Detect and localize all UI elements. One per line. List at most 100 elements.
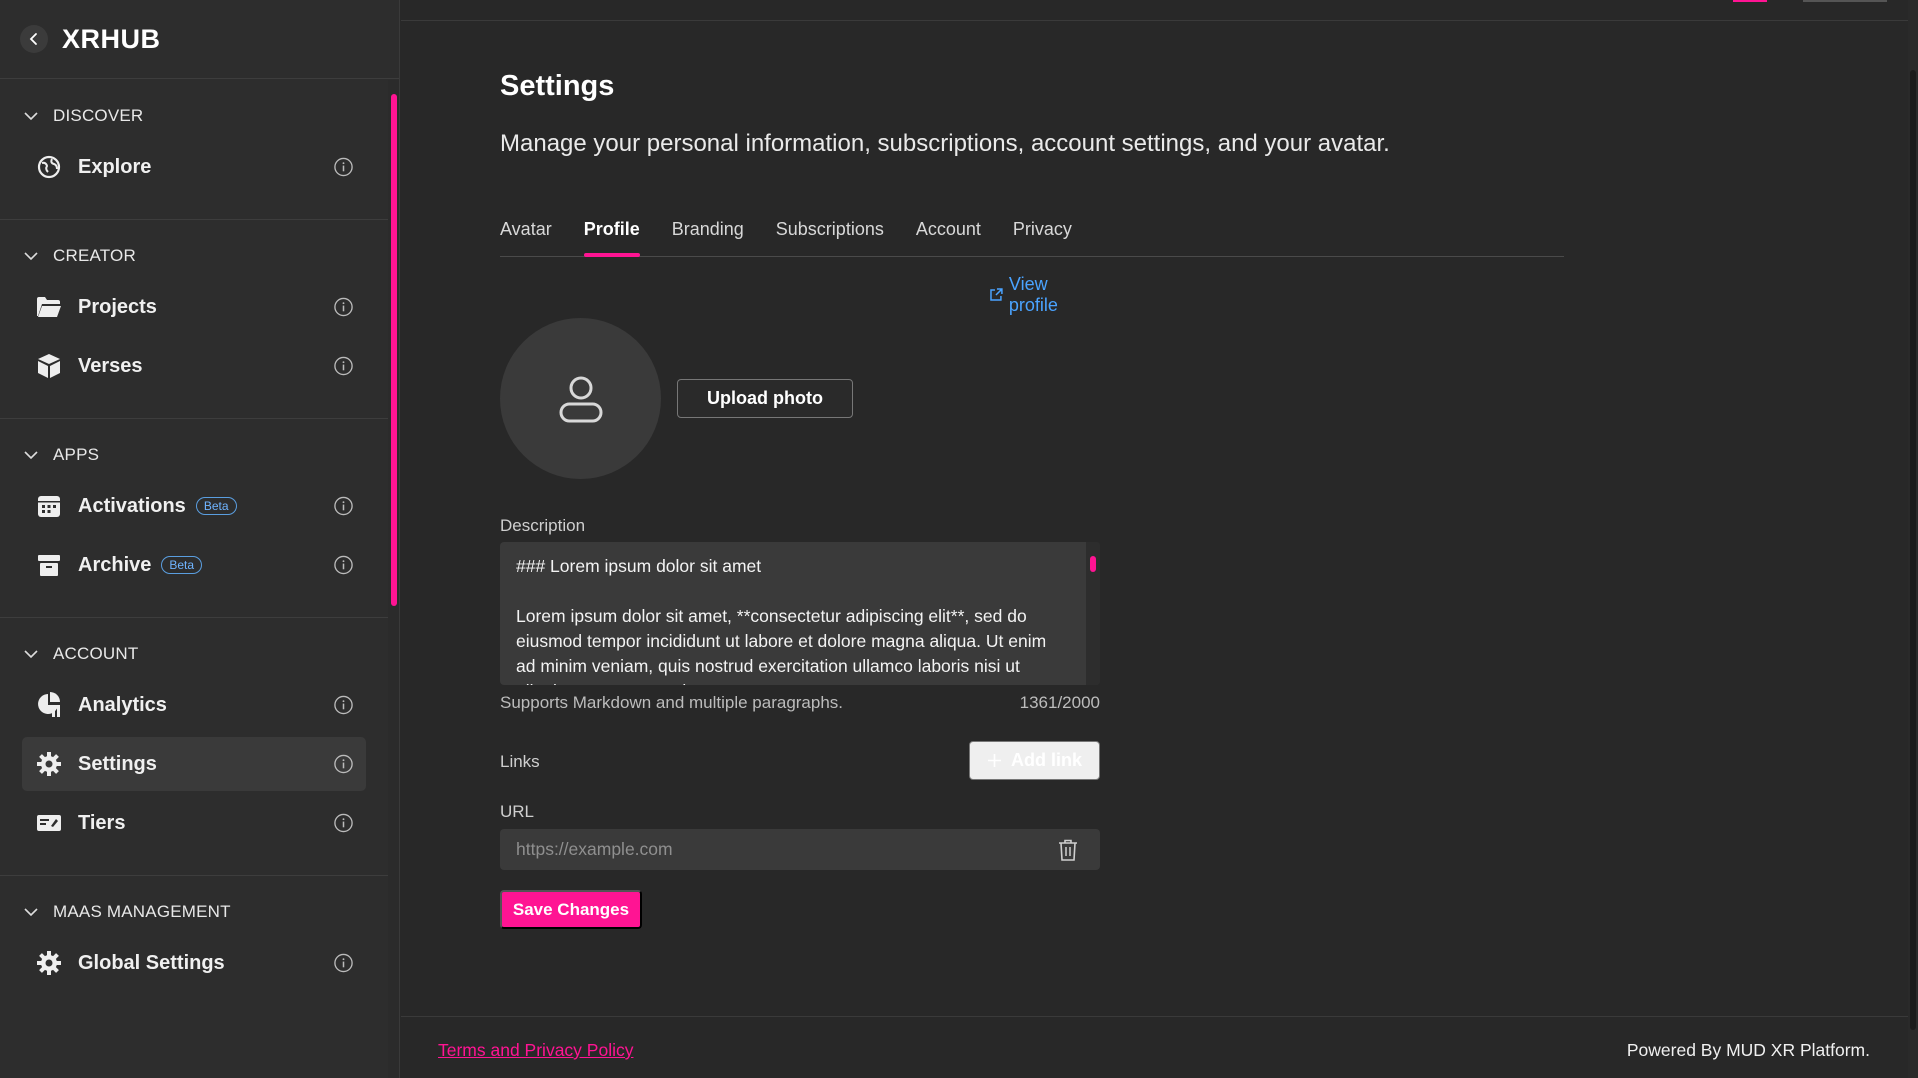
sidebar-item-label: Analytics [78, 693, 167, 716]
description-textarea[interactable]: ### Lorem ipsum dolor sit amet Lorem ips… [500, 542, 1100, 685]
main-scrollbar[interactable] [1908, 0, 1918, 1078]
sidebar-item-projects[interactable]: Projects [22, 280, 366, 334]
back-button[interactable] [20, 25, 48, 53]
sidebar-item-label: Activations [78, 494, 186, 517]
brand-logo-text[interactable]: XRHUB [62, 24, 161, 55]
chevron-down-icon [24, 650, 38, 659]
sidebar-section-creator: CREATOR Projects Verses [0, 220, 388, 419]
textarea-scrollbar[interactable] [1086, 542, 1100, 685]
page-subtitle: Manage your personal information, subscr… [500, 130, 1390, 157]
sidebar-item-archive[interactable]: Archive Beta [22, 538, 366, 592]
info-icon[interactable] [333, 157, 354, 178]
plus-icon [988, 754, 1001, 767]
avatar [500, 318, 661, 479]
url-input[interactable]: https://example.com [500, 829, 1100, 870]
gear-icon [35, 750, 63, 778]
url-label: URL [500, 802, 535, 821]
user-icon [559, 376, 602, 422]
info-icon[interactable] [333, 297, 354, 318]
description-text[interactable]: ### Lorem ipsum dolor sit amet Lorem ips… [500, 542, 1100, 685]
sidebar-item-analytics[interactable]: Analytics [22, 678, 366, 732]
add-link-button[interactable]: Add link [969, 741, 1100, 780]
tab-profile[interactable]: Profile [583, 210, 640, 257]
sidebar-section-apps: APPS Activations Beta Archive Beta [0, 419, 388, 618]
main-content: Settings Manage your personal informatio… [401, 0, 1918, 1078]
sidebar-section-maas: MAAS MANAGEMENT Global Settings [0, 876, 388, 1015]
sidebar-item-label: Explore [78, 155, 152, 178]
chevron-down-icon [24, 908, 38, 917]
top-accent-bar [1733, 0, 1767, 2]
section-title: DISCOVER [53, 106, 144, 125]
links-label: Links [500, 752, 540, 771]
settings-tabs: Avatar Profile Branding Subscriptions Ac… [500, 210, 1564, 257]
archive-box-icon [35, 551, 63, 579]
top-bar-element [1803, 0, 1887, 2]
sidebar-item-label: Global Settings [78, 951, 225, 974]
chevron-down-icon [24, 112, 38, 121]
section-toggle-maas[interactable]: MAAS MANAGEMENT [0, 898, 388, 926]
sidebar-scrollbar[interactable] [388, 80, 399, 1078]
trash-icon[interactable] [1058, 839, 1078, 861]
main-scrollbar-thumb[interactable] [1910, 70, 1916, 1030]
powered-by-text: Powered By MUD XR Platform. [1626, 1040, 1870, 1060]
tab-privacy[interactable]: Privacy [1013, 210, 1072, 257]
sidebar-item-tiers[interactable]: Tiers [22, 796, 366, 850]
sidebar-item-activations[interactable]: Activations Beta [22, 479, 366, 533]
sidebar-item-label: Projects [78, 295, 157, 318]
info-icon[interactable] [333, 496, 354, 517]
info-icon[interactable] [333, 356, 354, 377]
sidebar-item-verses[interactable]: Verses [22, 339, 366, 393]
cube-icon [35, 352, 63, 380]
folder-icon [35, 293, 63, 321]
section-title: CREATOR [53, 246, 136, 265]
footer: Terms and Privacy Policy Powered By MUD … [401, 1016, 1918, 1078]
top-divider [401, 20, 1918, 21]
section-toggle-account[interactable]: ACCOUNT [0, 640, 388, 668]
chevron-down-icon [24, 252, 38, 261]
view-profile-label: View profile [1008, 274, 1058, 315]
view-profile-link[interactable]: View profile [989, 274, 1101, 316]
description-label: Description [500, 516, 586, 535]
external-link-icon [990, 288, 1003, 301]
sidebar-header: XRHUB [0, 0, 399, 79]
textarea-scrollbar-thumb[interactable] [1090, 556, 1096, 572]
terms-privacy-link[interactable]: Terms and Privacy Policy [438, 1040, 633, 1061]
tab-account[interactable]: Account [916, 210, 981, 257]
sidebar-item-label: Verses [78, 354, 143, 377]
sidebar-scrollbar-thumb[interactable] [391, 94, 397, 606]
upload-photo-button[interactable]: Upload photo [677, 379, 853, 418]
section-title: MAAS MANAGEMENT [53, 902, 231, 921]
sidebar: XRHUB DISCOVER Explore CREATOR Projects … [0, 0, 400, 1078]
section-title: APPS [53, 445, 100, 464]
section-toggle-apps[interactable]: APPS [0, 441, 388, 469]
info-icon[interactable] [333, 953, 354, 974]
sidebar-item-global-settings[interactable]: Global Settings [22, 936, 366, 990]
sidebar-item-label: Archive [78, 553, 152, 576]
sidebar-item-explore[interactable]: Explore [22, 140, 366, 194]
info-icon[interactable] [333, 555, 354, 576]
sidebar-item-label: Tiers [78, 811, 126, 834]
url-placeholder: https://example.com [516, 839, 673, 859]
info-icon[interactable] [333, 695, 354, 716]
page-title: Settings [500, 70, 615, 102]
tab-avatar[interactable]: Avatar [500, 210, 552, 257]
sidebar-section-discover: DISCOVER Explore [0, 80, 388, 220]
sidebar-section-account: ACCOUNT Analytics Settings Tiers [0, 618, 388, 876]
ticket-icon [35, 809, 63, 837]
tab-branding[interactable]: Branding [672, 210, 744, 257]
save-changes-button[interactable]: Save Changes [500, 890, 642, 929]
info-icon[interactable] [333, 813, 354, 834]
info-icon[interactable] [333, 754, 354, 775]
section-toggle-discover[interactable]: DISCOVER [0, 102, 388, 130]
analytics-chart-icon [35, 691, 63, 719]
beta-badge: Beta [195, 497, 237, 515]
sidebar-item-label: Settings [78, 752, 157, 775]
globe-icon [35, 153, 63, 181]
sidebar-item-settings[interactable]: Settings [22, 737, 366, 791]
sidebar-nav: DISCOVER Explore CREATOR Projects Verses… [0, 80, 388, 1078]
tab-subscriptions[interactable]: Subscriptions [776, 210, 884, 257]
section-toggle-creator[interactable]: CREATOR [0, 242, 388, 270]
gear-icon [35, 949, 63, 977]
description-hint: Supports Markdown and multiple paragraph… [500, 693, 844, 712]
section-title: ACCOUNT [53, 644, 139, 663]
